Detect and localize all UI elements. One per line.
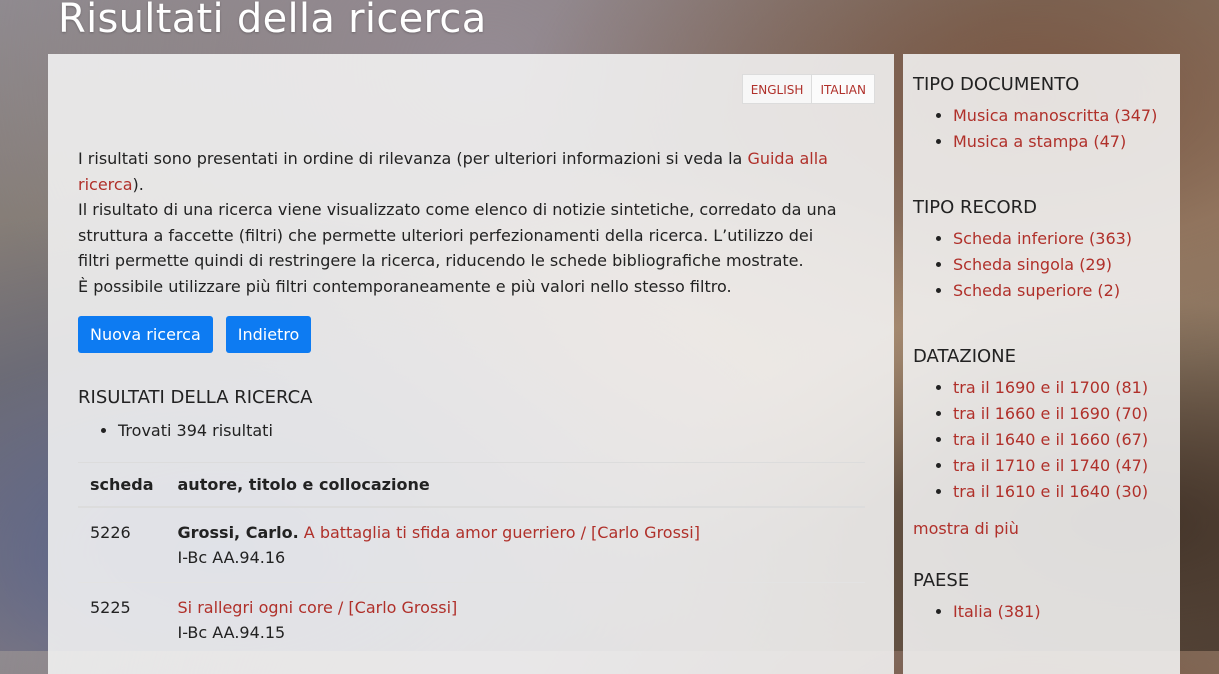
intro-text: I risultati sono presentati in ordine di… (78, 146, 848, 299)
facet-link[interactable]: tra il 1690 e il 1700 (81) (953, 378, 1148, 397)
row-title-link[interactable]: A battaglia ti sfida amor guerriero / [C… (304, 523, 700, 542)
row-location: I-Bc AA.94.15 (177, 623, 286, 642)
facet-list: Scheda inferiore (363) Scheda singola (2… (913, 226, 1170, 304)
facet-link[interactable]: Scheda singola (29) (953, 255, 1112, 274)
facet-item: tra il 1690 e il 1700 (81) (953, 375, 1170, 401)
facet-paese: PAESE Italia (381) (913, 570, 1170, 625)
facet-list: tra il 1690 e il 1700 (81) tra il 1660 e… (913, 375, 1170, 505)
facet-list: Italia (381) (913, 599, 1170, 625)
row-details: Si rallegri ogni core / [Carlo Grossi] I… (165, 582, 865, 657)
page-title: Risultati della ricerca (58, 0, 487, 42)
action-buttons: Nuova ricerca Indietro (78, 316, 312, 353)
facet-title: TIPO DOCUMENTO (913, 74, 1080, 95)
results-count-list: Trovati 394 risultati (88, 421, 273, 440)
row-author: Grossi, Carlo. (177, 523, 299, 542)
language-switch: ENGLISH ITALIAN (741, 74, 875, 104)
row-scheda-number: 5226 (78, 506, 166, 583)
intro-text-after: ). (132, 174, 144, 194)
intro-paragraph-2: Il risultato di una ricerca viene visual… (78, 200, 837, 270)
row-title-link[interactable]: Si rallegri ogni core / [Carlo Grossi] (178, 598, 458, 617)
main-panel: ENGLISH ITALIAN I risultati sono present… (48, 54, 894, 674)
column-header-scheda: scheda (78, 462, 166, 508)
facet-link[interactable]: Musica a stampa (47) (953, 132, 1126, 151)
results-table: scheda autore, titolo e collocazione 522… (78, 462, 865, 657)
new-search-button[interactable]: Nuova ricerca (78, 316, 213, 353)
facet-item: Scheda singola (29) (953, 252, 1170, 278)
facet-item: Italia (381) (953, 599, 1170, 625)
intro-paragraph-1: I risultati sono presentati in ordine di… (78, 146, 848, 197)
facet-link[interactable]: Scheda superiore (2) (953, 281, 1120, 300)
row-location: I-Bc AA.94.16 (177, 548, 286, 567)
results-heading: RISULTATI DELLA RICERCA (78, 387, 313, 408)
facet-list: Musica manoscritta (347) Musica a stampa… (913, 103, 1170, 155)
facet-link[interactable]: tra il 1660 e il 1690 (70) (953, 404, 1148, 423)
facet-item: Scheda inferiore (363) (953, 226, 1170, 252)
column-header-details: autore, titolo e collocazione (165, 462, 865, 508)
facet-link[interactable]: tra il 1710 e il 1740 (47) (953, 456, 1148, 475)
facet-item: tra il 1710 e il 1740 (47) (953, 453, 1170, 479)
facet-item: tra il 1640 e il 1660 (67) (953, 427, 1170, 453)
facet-link[interactable]: tra il 1640 e il 1660 (67) (953, 430, 1148, 449)
results-count: Trovati 394 risultati (118, 421, 273, 440)
row-scheda-number: 5225 (78, 582, 166, 657)
facet-item: Musica manoscritta (347) (953, 103, 1170, 129)
facet-tipo-documento: TIPO DOCUMENTO Musica manoscritta (347) … (913, 74, 1170, 155)
lang-italian-button[interactable]: ITALIAN (811, 75, 874, 103)
show-more-link[interactable]: mostra di più (913, 519, 1170, 538)
facet-title: TIPO RECORD (913, 197, 1038, 218)
facet-link[interactable]: tra il 1610 e il 1640 (30) (953, 482, 1148, 501)
facet-title: DATAZIONE (913, 346, 1017, 367)
table-row: 5226 Grossi, Carlo. A battaglia ti sfida… (78, 506, 865, 583)
intro-text-before: I risultati sono presentati in ordine di… (78, 149, 748, 168)
facet-item: Musica a stampa (47) (953, 129, 1170, 155)
facet-datazione: DATAZIONE tra il 1690 e il 1700 (81) tra… (913, 346, 1170, 538)
facet-item: tra il 1660 e il 1690 (70) (953, 401, 1170, 427)
facet-tipo-record: TIPO RECORD Scheda inferiore (363) Sched… (913, 197, 1170, 304)
facet-title: PAESE (913, 570, 970, 591)
table-header-row: scheda autore, titolo e collocazione (78, 462, 865, 508)
facet-item: tra il 1610 e il 1640 (30) (953, 479, 1170, 505)
filters-sidebar: TIPO DOCUMENTO Musica manoscritta (347) … (903, 54, 1180, 674)
table-row: 5225 Si rallegri ogni core / [Carlo Gros… (78, 582, 865, 657)
intro-paragraph-3: È possibile utilizzare più filtri contem… (78, 276, 732, 296)
lang-english-button[interactable]: ENGLISH (743, 75, 812, 103)
facet-link[interactable]: Scheda inferiore (363) (953, 229, 1132, 248)
facet-item: Scheda superiore (2) (953, 278, 1170, 304)
back-button[interactable]: Indietro (225, 316, 312, 353)
row-details: Grossi, Carlo. A battaglia ti sfida amor… (165, 506, 865, 583)
facet-link[interactable]: Italia (381) (953, 602, 1041, 621)
facet-link[interactable]: Musica manoscritta (347) (953, 106, 1157, 125)
